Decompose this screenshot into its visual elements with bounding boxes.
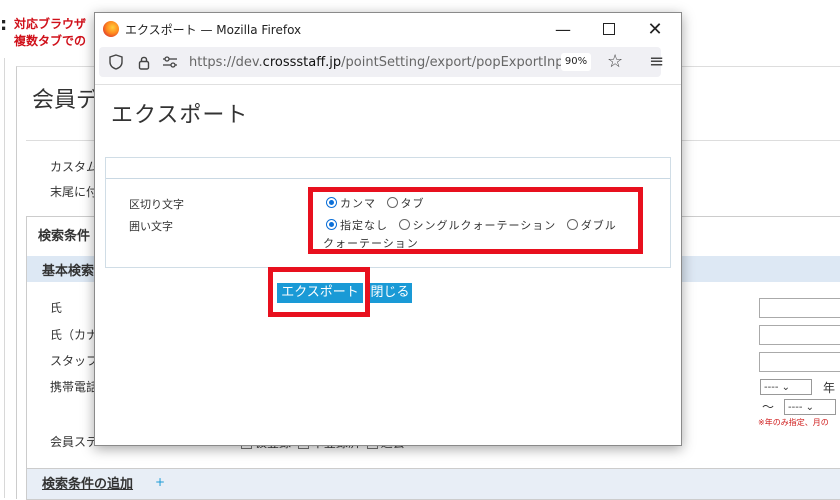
zoom-level-badge[interactable]: 90% — [561, 53, 591, 71]
minimize-icon[interactable]: — — [541, 17, 585, 41]
label-family-name: 氏 — [50, 301, 63, 315]
delimiter-label: 区切り文字 — [129, 198, 184, 211]
date-note: ※年のみ指定、月の — [758, 418, 829, 427]
notice-line-1: 対応ブラウザ — [14, 17, 87, 31]
permissions-icon[interactable] — [161, 53, 179, 71]
label-custom: カスタム — [50, 160, 99, 174]
month-select[interactable]: ---- ⌄ — [784, 399, 836, 415]
browser-notice: : 対応ブラウザ 複数タブでの — [0, 16, 86, 50]
export-highlight-box — [268, 267, 370, 317]
label-staff: スタッフ — [50, 354, 99, 368]
label-family-kana: 氏（カナ — [50, 328, 99, 342]
notice-marker: : — [0, 14, 8, 35]
maximize-icon[interactable] — [587, 17, 631, 41]
add-conditions-link[interactable]: 検索条件の追加 — [42, 473, 133, 492]
label-mobile: 携帯電話 — [50, 380, 99, 394]
label-member-status: 会員ステ — [50, 435, 99, 449]
popup-content: エクスポート 区切り文字 囲い文字 カンマ タブ 指定なし シングルクォーテーシ… — [95, 85, 681, 445]
close-icon[interactable]: ✕ — [633, 17, 677, 41]
family-kana-input[interactable] — [759, 325, 840, 345]
export-popup-window: エクスポート — Mozilla Firefox — ✕ https://dev… — [94, 12, 682, 446]
window-title: エクスポート — Mozilla Firefox — [125, 23, 302, 37]
hamburger-menu-icon[interactable]: ≡ — [649, 51, 664, 72]
shield-icon[interactable] — [107, 53, 125, 71]
title-bar: エクスポート — Mozilla Firefox — ✕ — [95, 13, 681, 45]
bookmark-star-icon[interactable]: ☆ — [607, 51, 623, 72]
close-button[interactable]: 閉じる — [368, 283, 412, 303]
add-conditions-bar — [27, 468, 840, 499]
notice-line-2: 複数タブでの — [14, 34, 87, 48]
plus-icon[interactable]: + — [155, 475, 165, 489]
range-tilde: 〜 — [762, 400, 775, 414]
basic-search-title: 基本検索 — [42, 264, 95, 279]
search-conditions-title: 検索条件 — [38, 229, 91, 244]
form-top-bar — [106, 158, 670, 179]
page-title: 会員デ — [32, 88, 99, 113]
family-name-input[interactable] — [759, 298, 840, 318]
year-unit: 年 — [823, 381, 836, 395]
page-title: エクスポート — [111, 103, 249, 128]
staff-input[interactable] — [759, 352, 840, 372]
address-bar[interactable]: https://dev.crossstaff.jp/pointSetting/e… — [99, 47, 664, 77]
lock-icon[interactable] — [135, 53, 153, 71]
firefox-icon — [103, 21, 119, 37]
radio-highlight-box — [308, 187, 643, 254]
label-suffix: 末尾に付 — [50, 185, 99, 199]
url-text[interactable]: https://dev.crossstaff.jp/pointSetting/e… — [189, 55, 577, 70]
quote-label: 囲い文字 — [129, 220, 173, 233]
year-select[interactable]: ---- ⌄ — [760, 379, 812, 395]
